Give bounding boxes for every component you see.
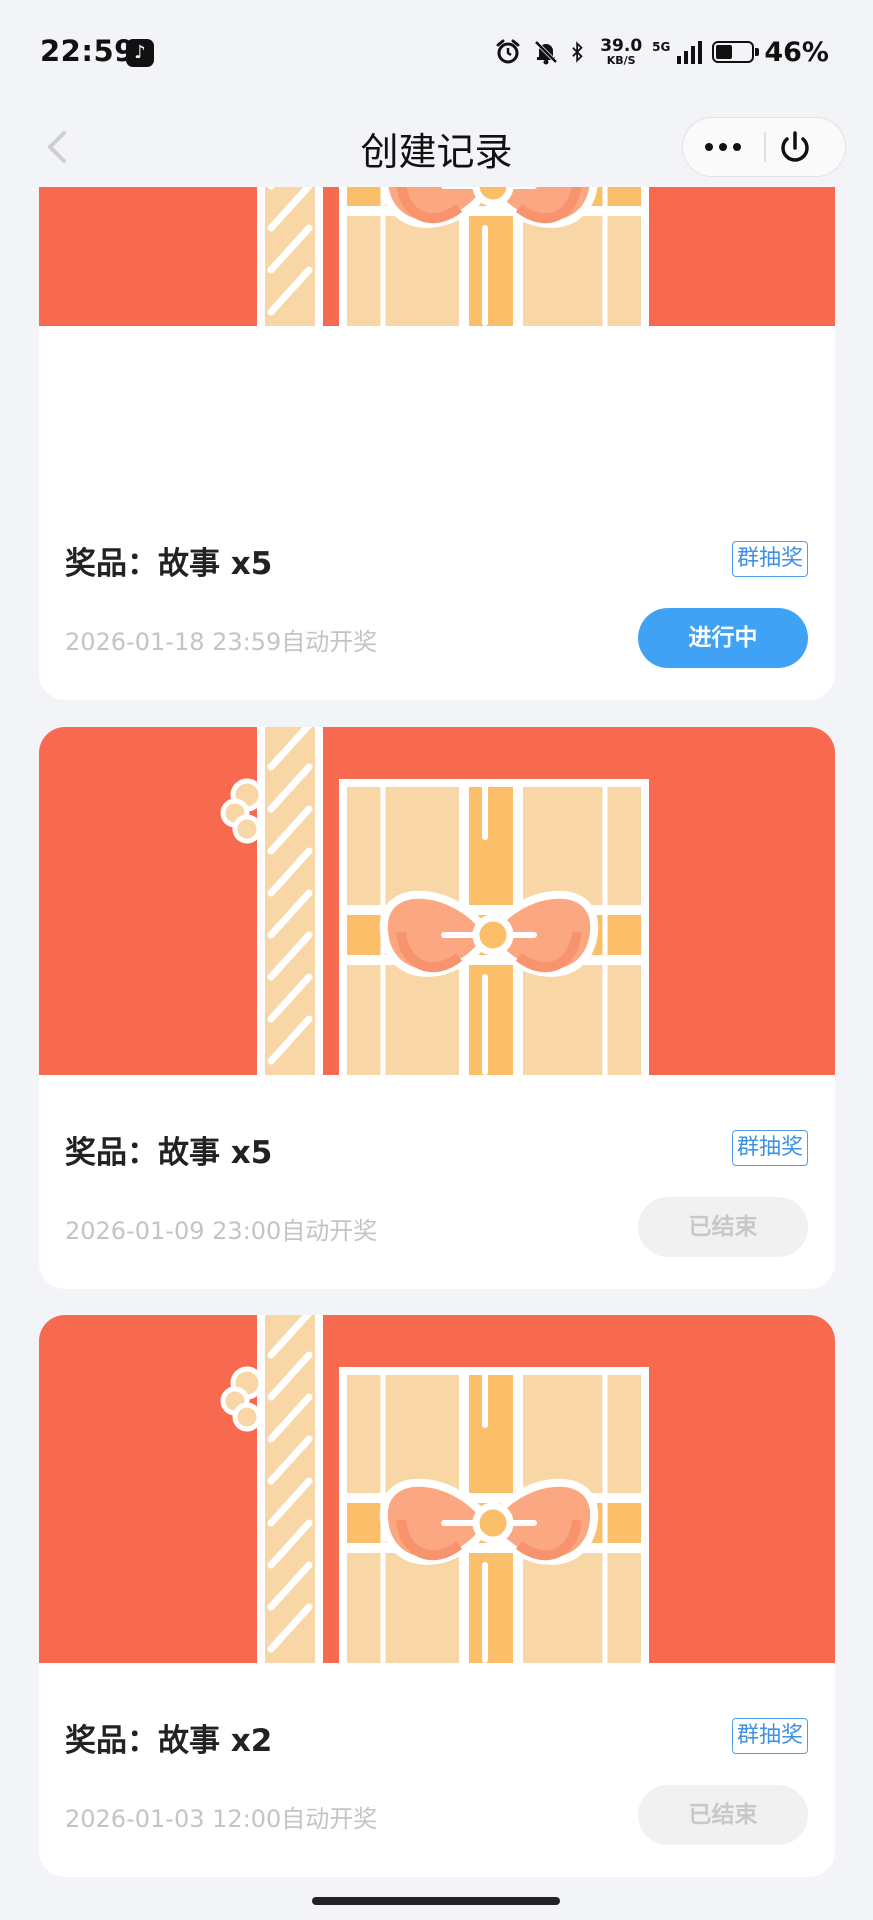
group-draw-tag: 群抽奖 — [731, 1130, 808, 1166]
record-card[interactable]: 奖品：故事 x2 群抽奖 2026-01-03 12:00自动开奖 已结束 — [39, 1315, 835, 1877]
bluetooth-icon — [572, 41, 583, 63]
more-icon[interactable] — [683, 118, 763, 175]
group-draw-tag: 群抽奖 — [731, 1718, 808, 1754]
status-bar: 22:59 ♪ 39.0 KB/S 5G 46% — [0, 0, 873, 105]
gift-banner — [39, 727, 835, 1075]
record-info: 奖品：故事 x2 群抽奖 2026-01-03 12:00自动开奖 已结束 — [39, 1663, 835, 1877]
status-icons: 39.0 KB/S 5G 46% — [494, 36, 829, 68]
close-power-icon[interactable] — [775, 128, 815, 168]
home-indicator[interactable] — [312, 1897, 560, 1905]
battery-percent: 46% — [764, 36, 829, 68]
prize-label: 奖品：故事 x5 — [65, 1135, 273, 1171]
mini-program-capsule — [682, 117, 846, 177]
net-speed: 39.0 KB/S — [600, 36, 643, 67]
draw-time: 2026-01-03 12:00自动开奖 — [65, 1805, 378, 1833]
signal-icon — [677, 41, 703, 64]
network-type: 5G — [652, 40, 671, 54]
capsule-divider — [764, 132, 766, 162]
nav-bar: 创建记录 — [0, 105, 873, 187]
record-info: 奖品：故事 x5 群抽奖 2026-01-09 23:00自动开奖 已结束 — [39, 1075, 835, 1289]
prize-label: 奖品：故事 x5 — [65, 546, 273, 582]
draw-time: 2026-01-09 23:00自动开奖 — [65, 1217, 378, 1245]
gift-image — [39, 727, 835, 1075]
battery-icon — [712, 41, 760, 63]
record-info: 奖品：故事 x5 群抽奖 2026-01-18 23:59自动开奖 进行中 — [39, 486, 835, 700]
tiktok-icon: ♪ — [126, 39, 154, 67]
gift-image — [39, 1315, 835, 1663]
record-card[interactable]: 奖品：故事 x5 群抽奖 2026-01-09 23:00自动开奖 已结束 — [39, 727, 835, 1289]
gift-banner — [39, 1315, 835, 1663]
mute-bell-icon — [534, 40, 558, 65]
status-button[interactable]: 已结束 — [638, 1197, 808, 1257]
status-button[interactable]: 进行中 — [638, 608, 808, 668]
status-button[interactable]: 已结束 — [638, 1785, 808, 1845]
prize-label: 奖品：故事 x2 — [65, 1723, 273, 1759]
alarm-icon — [496, 39, 520, 64]
draw-time: 2026-01-18 23:59自动开奖 — [65, 628, 378, 656]
clock: 22:59 — [40, 34, 135, 68]
group-draw-tag: 群抽奖 — [731, 541, 808, 577]
